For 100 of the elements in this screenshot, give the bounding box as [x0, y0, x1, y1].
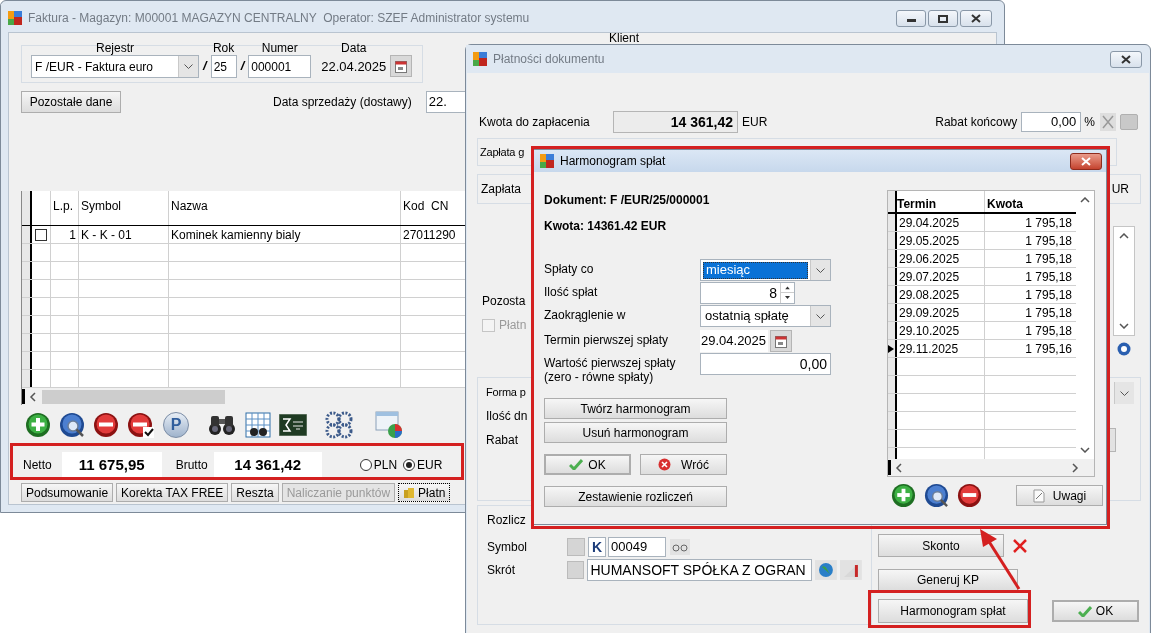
dropdown-field[interactable]: ostatnią spłatę: [700, 305, 831, 327]
discount-button[interactable]: Skonto: [878, 534, 1004, 557]
row-indicator[interactable]: [888, 394, 897, 411]
row-indicator[interactable]: [888, 376, 897, 393]
scrollbar-thumb[interactable]: [42, 389, 225, 404]
symbol-field[interactable]: 00049: [608, 537, 666, 557]
glasses-icon[interactable]: [670, 539, 690, 555]
row-indicator[interactable]: [888, 304, 897, 321]
window-chart-icon[interactable]: [375, 411, 403, 439]
table-cell: 29.09.2025: [897, 304, 985, 321]
ok-button[interactable]: OK: [1052, 600, 1139, 622]
remove-icon[interactable]: [957, 483, 982, 508]
row-indicator[interactable]: [888, 286, 897, 303]
table-cell-text: 1 795,16: [1024, 340, 1073, 357]
close-button[interactable]: [1110, 50, 1142, 68]
create-schedule-button[interactable]: Twórz harmonogram: [544, 398, 727, 419]
row-indicator[interactable]: [888, 340, 897, 357]
row-indicator[interactable]: [888, 232, 897, 249]
field-label: Zapłata g: [480, 144, 525, 160]
generate-kp-button[interactable]: Generuj KP: [878, 569, 1018, 591]
remove-checked-icon[interactable]: [127, 411, 155, 439]
magnifier-icon[interactable]: [924, 483, 949, 508]
table-search-icon[interactable]: [245, 412, 271, 438]
delete-schedule-button[interactable]: Usuń harmonogram: [544, 422, 727, 443]
field-label: Netto: [23, 457, 52, 474]
field-label: Rozlicz: [487, 512, 527, 529]
add-icon[interactable]: [891, 483, 916, 508]
scroll-left-icon[interactable]: [894, 462, 904, 473]
sale-date-field[interactable]: 22.: [425, 91, 466, 113]
number-field[interactable]: 000001: [248, 55, 312, 78]
footer-button[interactable]: Płatn: [398, 483, 451, 502]
date-field[interactable]: 29.04.2025: [700, 330, 768, 352]
row-header[interactable]: [22, 298, 32, 315]
field-label: Spłaty co: [544, 261, 595, 276]
row-header[interactable]: [22, 316, 32, 333]
back-button[interactable]: Wróć: [640, 454, 727, 475]
delete-icon[interactable]: [1012, 537, 1028, 554]
register-combo[interactable]: F /EUR - Faktura euro: [31, 55, 199, 78]
row-header[interactable]: [22, 226, 32, 243]
row-indicator[interactable]: [888, 322, 897, 339]
year-field[interactable]: 25: [210, 55, 237, 78]
scroll-up-icon[interactable]: [1119, 233, 1129, 239]
close-button[interactable]: [1070, 152, 1102, 170]
arrow: [980, 529, 1021, 590]
ok-button[interactable]: OK: [544, 454, 631, 475]
row-header[interactable]: [22, 280, 32, 297]
row-checkbox[interactable]: [34, 228, 47, 241]
globe-icon[interactable]: [815, 560, 838, 580]
scroll-left-icon[interactable]: [28, 391, 38, 402]
column-header: Kwota: [986, 196, 1024, 212]
row-indicator[interactable]: [888, 250, 897, 267]
calendar-button[interactable]: [390, 55, 413, 77]
row-header[interactable]: [22, 262, 32, 279]
scroll-up-icon[interactable]: [1080, 197, 1090, 203]
discount-field[interactable]: 0,00: [1021, 112, 1082, 132]
close-icon: [971, 14, 981, 23]
row-indicator[interactable]: [888, 268, 897, 285]
other-data-button[interactable]: Pozostałe dane: [21, 91, 121, 113]
add-icon[interactable]: [25, 412, 51, 438]
footer-button[interactable]: Podsumowanie: [21, 483, 114, 502]
currency-radio[interactable]: EUR: [403, 456, 443, 474]
summary-button[interactable]: Zestawienie rozliczeń: [544, 486, 727, 507]
footer-button[interactable]: Reszta: [231, 483, 279, 502]
column-header: Termin: [897, 191, 985, 212]
row-header[interactable]: [22, 244, 32, 261]
field-label: Ilość dn: [486, 407, 528, 425]
row-indicator[interactable]: [888, 358, 897, 375]
window-title: Płatności dokumentu: [493, 51, 605, 68]
row-header[interactable]: [22, 334, 32, 351]
scroll-down-icon[interactable]: [1119, 323, 1129, 329]
calendar-button[interactable]: [770, 330, 792, 352]
horizontal-scrollbar[interactable]: [888, 459, 1094, 476]
row-indicator[interactable]: [888, 214, 897, 231]
dropdown-field[interactable]: miesiąc: [700, 259, 831, 281]
short-name-field[interactable]: HUMANSOFT SPÓŁKA Z OGRAN: [587, 559, 813, 581]
signal-icon[interactable]: [840, 560, 862, 580]
row-header[interactable]: [22, 352, 32, 369]
magnifier-icon[interactable]: [59, 412, 85, 438]
row-indicator[interactable]: [888, 430, 897, 447]
binoculars-icon[interactable]: [207, 413, 237, 437]
minimize-button[interactable]: [896, 10, 926, 27]
row-header[interactable]: [22, 370, 32, 387]
schedule-button[interactable]: Harmonogram spłat: [878, 599, 1028, 623]
spinner-field[interactable]: 8: [700, 282, 795, 304]
maximize-button[interactable]: [928, 10, 958, 27]
footer-button[interactable]: Korekta TAX FREE: [116, 483, 229, 502]
scroll-down-icon[interactable]: [1080, 447, 1090, 453]
table-cell-text: Kominek kamienny bialy: [171, 226, 301, 244]
number-field[interactable]: 0,00: [700, 353, 831, 375]
close-button[interactable]: [960, 10, 992, 27]
table-cell-text: 1 795,18: [1024, 304, 1073, 321]
currency-radio[interactable]: PLN: [359, 456, 398, 474]
formula-board-icon[interactable]: [279, 414, 307, 436]
remove-icon[interactable]: [93, 412, 119, 438]
field-label: Rok: [212, 41, 235, 55]
row-indicator[interactable]: [888, 412, 897, 429]
scroll-right-icon[interactable]: [1070, 462, 1080, 473]
info-icon[interactable]: [1117, 342, 1131, 356]
notes-button[interactable]: Uwagi: [1016, 485, 1103, 506]
column-header: Nazwa: [171, 199, 208, 213]
